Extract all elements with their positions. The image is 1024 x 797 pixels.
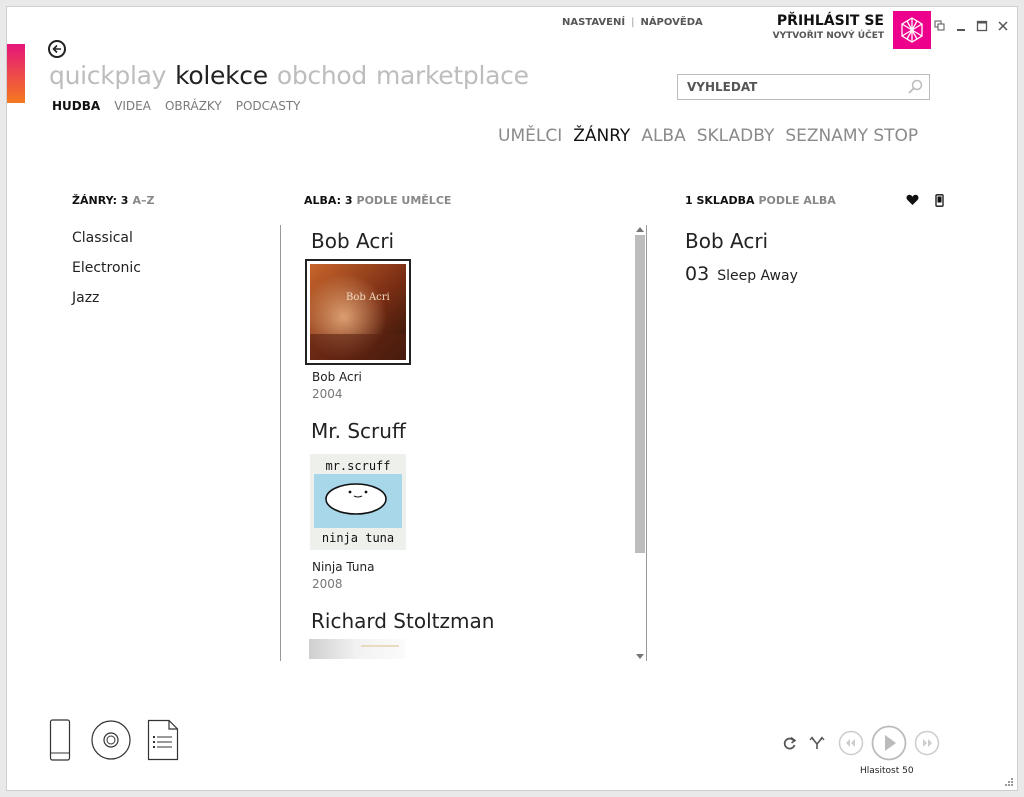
scrollbar-thumb[interactable]: [635, 235, 645, 553]
pivot-quickplay[interactable]: quickplay: [49, 61, 166, 90]
track-number: 03: [685, 263, 710, 285]
pivot-store[interactable]: obchod: [277, 61, 367, 90]
resize-grip-icon[interactable]: [1002, 775, 1014, 787]
albums-list: Bob Acri Bob Acri Bob Acri 2004 Mr. Scru…: [304, 225, 634, 661]
next-icon[interactable]: [914, 730, 940, 756]
bottom-toolbar: [49, 719, 179, 761]
table-row[interactable]: 03 Sleep Away: [685, 263, 798, 285]
maximize-button[interactable]: [976, 17, 988, 32]
albums-header: ALBA: 3 PODLE UMĚLCE: [304, 194, 451, 207]
genres-count: ŽÁNRY: 3: [72, 194, 129, 207]
compact-mode-button[interactable]: [934, 17, 946, 31]
playback-controls: [782, 725, 940, 761]
album-title[interactable]: Ninja Tuna: [312, 560, 634, 574]
subpivot-pictures[interactable]: OBRÁZKY: [165, 99, 222, 113]
subpivot-podcasts[interactable]: PODCASTY: [236, 99, 301, 113]
songs-count: 1 SKLADBA: [685, 194, 755, 207]
search-input[interactable]: [687, 80, 887, 94]
back-button[interactable]: [48, 40, 66, 58]
column-divider: [646, 225, 647, 661]
album-art-caption: Bob Acri: [346, 292, 390, 303]
album-art-bottom-text: ninja tuna: [322, 531, 394, 545]
accent-strip: [7, 44, 25, 103]
songs-list: Bob Acri 03 Sleep Away: [685, 229, 798, 285]
app-window: quickplay kolekce obchod marketplace HUDBA V…: [6, 6, 1018, 791]
device-icon[interactable]: [935, 194, 944, 207]
search-box: [677, 74, 930, 100]
track-title[interactable]: Sleep Away: [717, 268, 798, 284]
top-links-separator: |: [631, 17, 635, 28]
account-area: PŘIHLÁSIT SE VYTVOŘIT NOVÝ ÚČET: [773, 13, 884, 41]
album-tile[interactable]: [305, 639, 634, 661]
disc-icon[interactable]: [90, 719, 132, 761]
album-title[interactable]: Bob Acri: [312, 370, 634, 384]
list-item-genre[interactable]: Jazz: [72, 290, 141, 320]
settings-link[interactable]: NASTAVENÍ: [562, 17, 625, 28]
maximize-icon: [976, 20, 988, 32]
previous-icon[interactable]: [838, 730, 864, 756]
album-year: 2008: [312, 577, 343, 591]
album-tile[interactable]: mr.scruff ninja tuna Ninja Tuna 2008: [305, 449, 634, 591]
album-art-frame[interactable]: mr.scruff ninja tuna: [305, 449, 411, 555]
artist-group-header[interactable]: Bob Acri: [311, 229, 634, 253]
album-tile[interactable]: Bob Acri Bob Acri 2004: [305, 259, 634, 401]
view-albums[interactable]: ALBA: [641, 126, 685, 146]
artist-group-header[interactable]: Richard Stoltzman: [311, 609, 634, 633]
heart-icon[interactable]: [906, 194, 919, 206]
pivot-marketplace[interactable]: marketplace: [376, 61, 529, 90]
column-divider: [280, 225, 281, 661]
repeat-icon[interactable]: [782, 735, 798, 751]
genres-header: ŽÁNRY: 3 A–Z: [72, 194, 154, 207]
view-playlists[interactable]: SEZNAMY STOP: [785, 126, 918, 146]
albums-scrollbar[interactable]: [635, 225, 645, 661]
songs-header: 1 SKLADBA PODLE ALBA: [685, 194, 836, 207]
pivot-collection[interactable]: kolekce: [175, 61, 268, 90]
genres-list: Classical Electronic Jazz: [72, 230, 141, 320]
create-account-link[interactable]: VYTVOŘIT NOVÝ ÚČET: [773, 31, 884, 41]
shuffle-icon[interactable]: [809, 735, 825, 751]
scroll-up-icon[interactable]: [636, 227, 644, 232]
album-art-top-text: mr.scruff: [325, 459, 390, 473]
album-art-partial: [309, 639, 405, 659]
window-controls: [934, 17, 1009, 32]
genres-sort[interactable]: A–Z: [132, 194, 154, 207]
view-artists[interactable]: UMĚLCI: [498, 126, 562, 146]
back-arrow-icon: [52, 44, 61, 54]
playlist-icon[interactable]: [147, 719, 179, 761]
play-icon[interactable]: [871, 725, 907, 761]
songs-artist-header[interactable]: Bob Acri: [685, 229, 798, 253]
subpivot-videos[interactable]: VIDEA: [114, 99, 151, 113]
songs-sort[interactable]: PODLE ALBA: [758, 194, 835, 207]
subpivot-music[interactable]: HUDBA: [52, 99, 100, 113]
zune-logo-icon: [901, 17, 923, 43]
close-icon: [998, 21, 1008, 31]
minimize-button[interactable]: [955, 17, 967, 31]
compact-mode-icon: [934, 20, 945, 31]
close-button[interactable]: [997, 17, 1009, 31]
view-genres[interactable]: ŽÁNRY: [573, 126, 630, 146]
device-icon[interactable]: [49, 719, 71, 761]
view-songs[interactable]: SKLADBY: [697, 126, 775, 146]
albums-sort[interactable]: PODLE UMĚLCE: [357, 194, 452, 207]
collection-views: UMĚLCI ŽÁNRY ALBA SKLADBY SEZNAMY STOP: [498, 126, 929, 146]
search-icon[interactable]: [907, 79, 923, 95]
album-art-ninja-tuna: mr.scruff ninja tuna: [310, 454, 406, 550]
minimize-icon: [957, 29, 965, 31]
list-item-genre[interactable]: Classical: [72, 230, 141, 260]
sign-in-link[interactable]: PŘIHLÁSIT SE: [773, 13, 884, 29]
album-art-selected[interactable]: Bob Acri: [305, 259, 411, 365]
main-pivots: quickplay kolekce obchod marketplace: [49, 61, 538, 90]
album-art-bob-acri: Bob Acri: [310, 264, 406, 360]
artist-group-header[interactable]: Mr. Scruff: [311, 419, 634, 443]
help-link[interactable]: NÁPOVĚDA: [640, 17, 702, 28]
albums-count: ALBA: 3: [304, 194, 353, 207]
scroll-down-icon[interactable]: [636, 654, 644, 659]
volume-label[interactable]: Hlasitost 50: [860, 766, 914, 776]
sub-pivots: HUDBA VIDEA OBRÁZKY PODCASTY: [52, 99, 315, 113]
album-year: 2004: [312, 387, 343, 401]
top-links: NASTAVENÍ | NÁPOVĚDA: [562, 17, 703, 28]
list-item-genre[interactable]: Electronic: [72, 260, 141, 290]
zune-logo[interactable]: [893, 11, 931, 49]
